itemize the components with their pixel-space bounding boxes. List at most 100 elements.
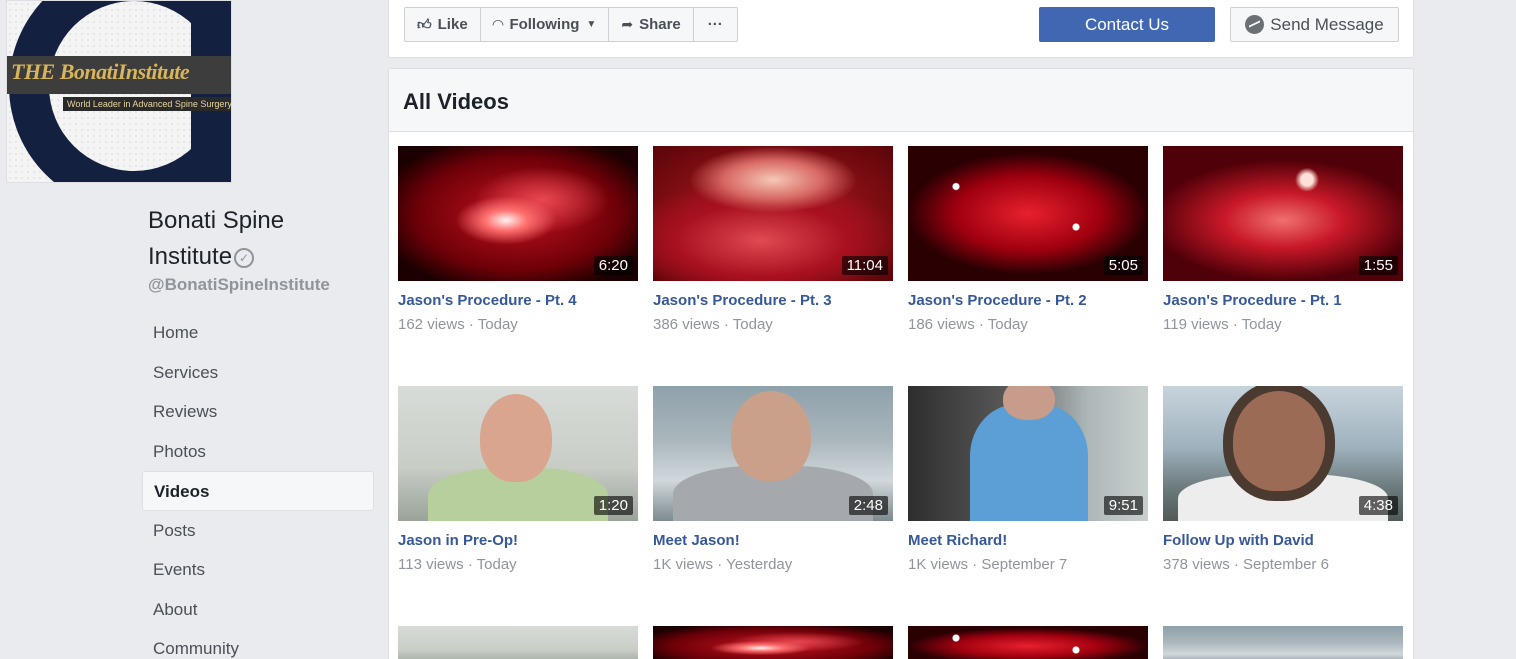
video-date: Today — [1241, 316, 1282, 333]
video-meta: 1K views · September 7 — [908, 556, 1148, 573]
video-duration-badge: 1:20 — [593, 496, 633, 515]
send-message-button[interactable]: Send Message — [1230, 7, 1399, 42]
person-body — [970, 404, 1088, 521]
video-thumbnail[interactable] — [653, 626, 893, 659]
video-card[interactable] — [653, 626, 893, 659]
video-duration-badge: 6:20 — [593, 256, 633, 275]
video-card[interactable]: 5:05 Jason's Procedure - Pt. 2 186 views ·… — [908, 146, 1148, 333]
nav-item-photos[interactable]: Photos — [142, 432, 374, 472]
video-date: Today — [732, 316, 773, 333]
video-card[interactable] — [398, 626, 638, 659]
person-head — [1233, 391, 1325, 491]
video-card[interactable] — [1163, 626, 1403, 659]
video-thumbnail[interactable] — [1163, 626, 1403, 659]
nav-item-community[interactable]: Community — [142, 629, 374, 659]
video-card[interactable]: 11:04 Jason's Procedure - Pt. 3 386 views … — [653, 146, 893, 333]
chevron-down-icon: ▼ — [586, 19, 597, 30]
nav-item-reviews[interactable]: Reviews — [142, 392, 374, 432]
video-thumbnail[interactable]: 4:38 — [1163, 386, 1403, 521]
action-bar: 👍︎ Like ◠ Following ▼ ➦ Share ··· Contac… — [388, 0, 1414, 58]
video-card[interactable]: 1:20 Jason in Pre-Op! 113 views · Today — [398, 386, 638, 573]
video-title-link[interactable]: Follow Up with David — [1163, 532, 1403, 549]
like-label: Like — [437, 16, 468, 33]
meta-separator: · — [974, 316, 988, 333]
video-title-link[interactable]: Meet Richard! — [908, 532, 1148, 549]
video-meta: 113 views · Today — [398, 556, 638, 573]
share-label: Share — [639, 16, 681, 33]
video-views: 113 views — [398, 556, 464, 573]
following-label: Following — [509, 16, 580, 33]
page-handle[interactable]: @BonatiSpineInstitute — [148, 275, 330, 295]
nav-item-posts[interactable]: Posts — [142, 511, 374, 551]
video-views: 162 views — [398, 316, 465, 333]
verified-check-icon: ✓ — [234, 247, 255, 268]
meta-separator: · — [464, 316, 478, 333]
video-date: Today — [477, 316, 518, 333]
video-title-link[interactable]: Jason's Procedure - Pt. 4 — [398, 292, 638, 309]
video-card[interactable]: 4:38 Follow Up with David 378 views · Sept… — [1163, 386, 1403, 573]
video-thumbnail[interactable] — [908, 626, 1148, 659]
cover-brand-text: THE BonatiInstitute — [11, 59, 190, 84]
meta-separator: · — [968, 556, 982, 573]
nav-item-events[interactable]: Events — [142, 550, 374, 590]
video-meta: 162 views · Today — [398, 316, 638, 333]
video-card[interactable]: 1:55 Jason's Procedure - Pt. 1 119 views ·… — [1163, 146, 1403, 333]
video-card[interactable] — [908, 626, 1148, 659]
video-thumbnail[interactable]: 1:55 — [1163, 146, 1403, 281]
action-button-group: 👍︎ Like ◠ Following ▼ ➦ Share ··· — [404, 7, 738, 42]
video-title-link[interactable]: Jason in Pre-Op! — [398, 532, 638, 549]
video-title-link[interactable]: Meet Jason! — [653, 532, 893, 549]
video-thumbnail[interactable]: 2:48 — [653, 386, 893, 521]
video-thumbnail[interactable]: 9:51 — [908, 386, 1148, 521]
video-card[interactable]: 6:20 Jason's Procedure - Pt. 4 162 views ·… — [398, 146, 638, 333]
video-thumbnail[interactable]: 6:20 — [398, 146, 638, 281]
video-date: Today — [476, 556, 517, 573]
video-meta: 186 views · Today — [908, 316, 1148, 333]
video-thumbnail[interactable]: 5:05 — [908, 146, 1148, 281]
nav-item-home[interactable]: Home — [142, 313, 374, 353]
video-duration-badge: 4:38 — [1358, 496, 1398, 515]
page-title-line2: Institute — [148, 243, 233, 270]
person-head — [731, 391, 811, 481]
messenger-icon — [1245, 15, 1265, 34]
page-title-line2-wrap: Institute ✓ — [148, 239, 368, 275]
meta-separator: · — [1228, 316, 1242, 333]
meta-separator: · — [719, 316, 733, 333]
video-title-link[interactable]: Jason's Procedure - Pt. 2 — [908, 292, 1148, 309]
following-button[interactable]: ◠ Following ▼ — [481, 8, 610, 41]
video-meta: 386 views · Today — [653, 316, 893, 333]
section-title: All Videos — [403, 89, 509, 114]
share-button[interactable]: ➦ Share — [609, 8, 694, 41]
video-meta: 378 views · September 6 — [1163, 556, 1403, 573]
nav-item-about[interactable]: About — [142, 590, 374, 630]
person-head — [1003, 386, 1055, 420]
video-card[interactable]: 2:48 Meet Jason! 1K views · Yesterday — [653, 386, 893, 573]
video-meta: 119 views · Today — [1163, 316, 1403, 333]
video-thumbnail[interactable]: 11:04 — [653, 146, 893, 281]
video-views: 1K views — [653, 556, 714, 573]
video-views: 119 views — [1163, 316, 1229, 333]
video-title-link[interactable]: Jason's Procedure - Pt. 1 — [1163, 292, 1403, 309]
meta-separator: · — [713, 556, 727, 573]
rss-feed-icon: ◠ — [492, 16, 504, 32]
like-button[interactable]: 👍︎ Like — [405, 8, 481, 41]
nav-item-services[interactable]: Services — [142, 353, 374, 393]
video-views: 386 views — [653, 316, 720, 333]
page-nav: Home Services Reviews Photos Videos Posts Even… — [142, 313, 374, 659]
contact-us-button[interactable]: Contact Us — [1039, 7, 1215, 42]
video-duration-badge: 2:48 — [848, 496, 888, 515]
send-message-label: Send Message — [1270, 14, 1384, 34]
meta-separator: · — [1229, 556, 1244, 573]
meta-separator: · — [463, 556, 477, 573]
cover-photo[interactable]: THE BonatiInstitute World Leader in Adva… — [6, 0, 232, 183]
video-title-link[interactable]: Jason's Procedure - Pt. 3 — [653, 292, 893, 309]
more-options-button[interactable]: ··· — [694, 8, 737, 41]
more-dots-icon: ··· — [707, 16, 723, 33]
page-title[interactable]: Bonati Spine Institute ✓ — [148, 203, 368, 275]
video-card[interactable]: 9:51 Meet Richard! 1K views · September 7 — [908, 386, 1148, 573]
video-thumbnail[interactable]: 1:20 — [398, 386, 638, 521]
video-date: Today — [987, 316, 1028, 333]
video-thumbnail[interactable] — [398, 626, 638, 659]
nav-item-videos[interactable]: Videos — [142, 471, 374, 511]
share-arrow-icon: ➦ — [621, 16, 634, 32]
